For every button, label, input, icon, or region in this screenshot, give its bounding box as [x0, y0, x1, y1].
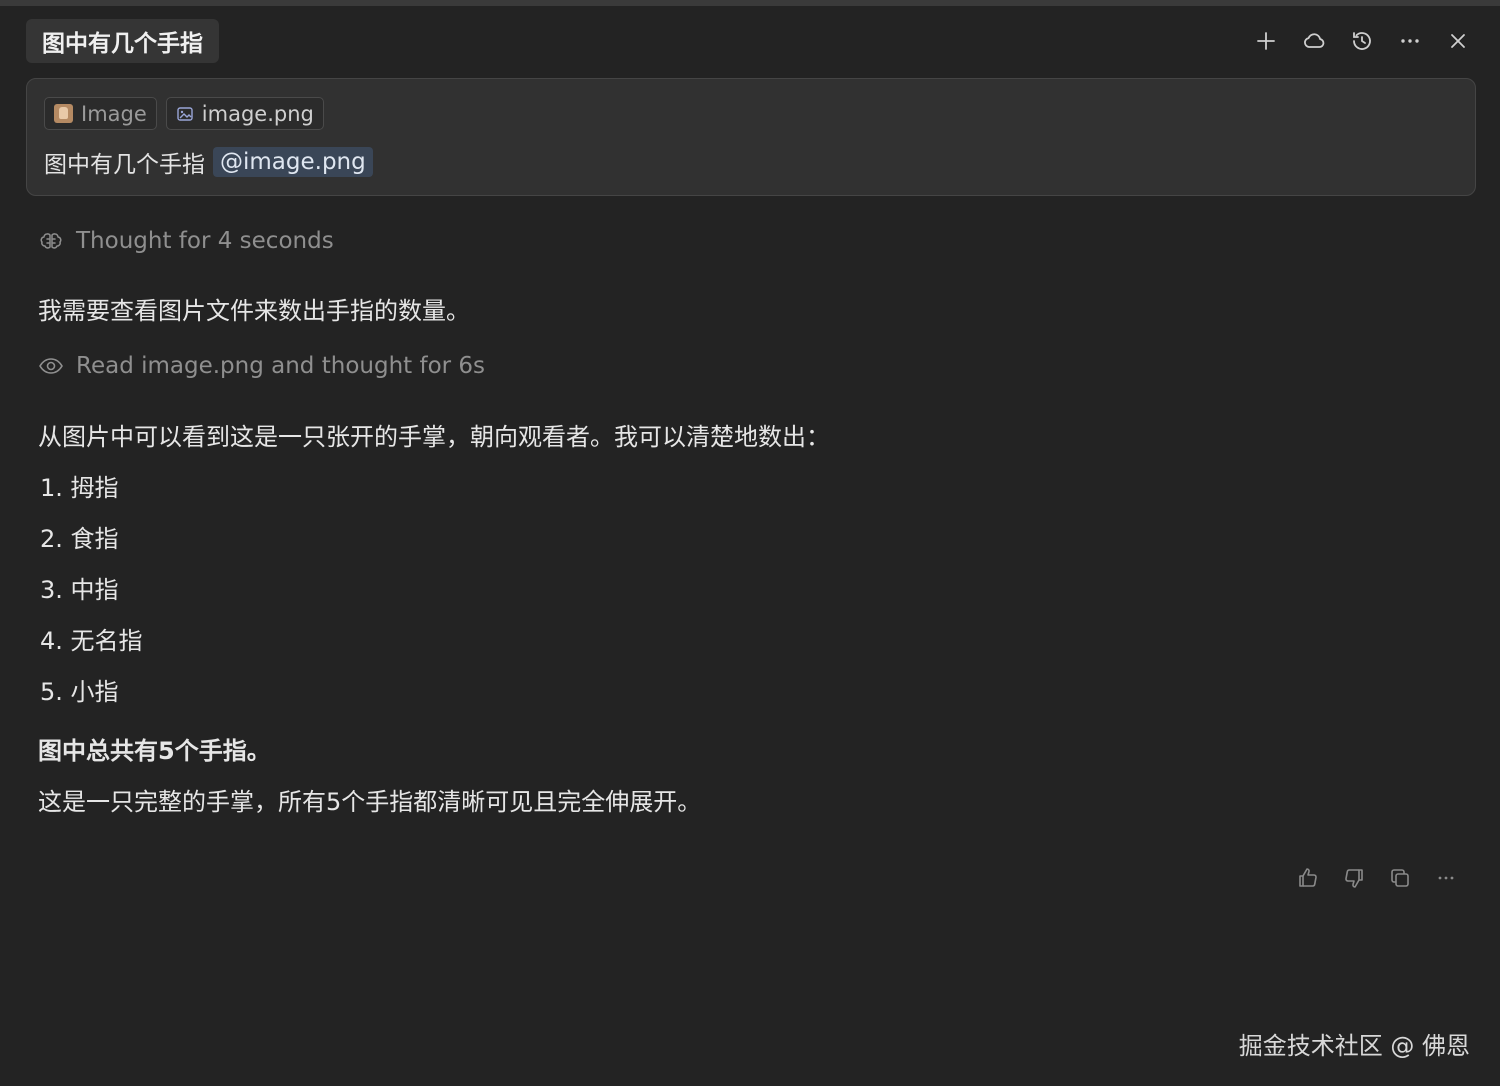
- prompt-text-row: 图中有几个手指 @image.png: [44, 145, 373, 179]
- attachment-chips: Image image.png: [44, 97, 324, 130]
- list-item: 5. 小指: [40, 678, 119, 706]
- message-more-button[interactable]: [1432, 864, 1460, 892]
- more-horizontal-icon: [1401, 39, 1419, 43]
- user-prompt-box[interactable]: Image image.png 图中有几个手指 @image.png: [26, 78, 1476, 196]
- thumbs-up-icon: [1299, 868, 1317, 887]
- brain-icon: [40, 233, 62, 249]
- window-top-bar: [0, 0, 1500, 6]
- attachment-chip-image-png[interactable]: image.png: [165, 97, 324, 130]
- list-item: 3. 中指: [40, 576, 119, 604]
- new-chat-button[interactable]: [1248, 23, 1284, 59]
- copy-button[interactable]: [1386, 864, 1414, 892]
- list-item: 2. 食指: [40, 525, 119, 553]
- file-mention[interactable]: @image.png: [213, 147, 373, 177]
- thumbs-down-icon: [1345, 869, 1363, 888]
- chat-title-tab[interactable]: 图中有几个手指: [26, 19, 219, 63]
- chat-header: 图中有几个手指: [26, 19, 1476, 63]
- watermark: 掘金技术社区 @ 佛恩: [1238, 1032, 1470, 1060]
- attachment-label: Image: [81, 101, 147, 126]
- assistant-conclusion: 图中总共有5个手指。: [38, 737, 271, 765]
- more-horizontal-icon: [1438, 876, 1454, 880]
- close-icon: [1451, 34, 1465, 48]
- close-button[interactable]: [1440, 23, 1476, 59]
- plus-icon: [1257, 32, 1275, 50]
- thumbs-up-button[interactable]: [1294, 864, 1322, 892]
- copy-icon: [1391, 869, 1409, 887]
- read-status-text: Read image.png and thought for 6s: [76, 353, 486, 379]
- assistant-intro: 我需要查看图片文件来数出手指的数量。: [38, 297, 470, 325]
- cloud-icon: [1304, 33, 1325, 48]
- chat-title: 图中有几个手指: [42, 31, 203, 57]
- header-actions: [1248, 23, 1476, 59]
- list-item: 4. 无名指: [40, 627, 143, 655]
- thought-status-text: Thought for 4 seconds: [76, 228, 334, 254]
- image-file-icon: [176, 105, 194, 123]
- eye-icon: [39, 358, 63, 374]
- image-thumbnail-icon: [54, 104, 73, 123]
- attachment-label: image.png: [201, 101, 314, 126]
- thumbs-down-button[interactable]: [1340, 864, 1368, 892]
- assistant-detail: 这是一只完整的手掌，所有5个手指都清晰可见且完全伸展开。: [38, 788, 702, 816]
- thought-status[interactable]: Thought for 4 seconds: [38, 228, 334, 254]
- cloud-button[interactable]: [1296, 23, 1332, 59]
- assistant-observation: 从图片中可以看到这是一只张开的手掌，朝向观看者。我可以清楚地数出：: [38, 423, 830, 451]
- attachment-chip-image[interactable]: Image: [44, 97, 157, 130]
- history-button[interactable]: [1344, 23, 1380, 59]
- prompt-text: 图中有几个手指: [44, 152, 205, 178]
- message-actions: [1294, 864, 1460, 892]
- history-icon: [1353, 32, 1371, 50]
- finger-list: 1. 拇指 2. 食指 3. 中指 4. 无名指 5. 小指: [40, 472, 143, 727]
- list-item: 1. 拇指: [40, 474, 119, 502]
- read-status[interactable]: Read image.png and thought for 6s: [38, 353, 485, 379]
- more-button[interactable]: [1392, 23, 1428, 59]
